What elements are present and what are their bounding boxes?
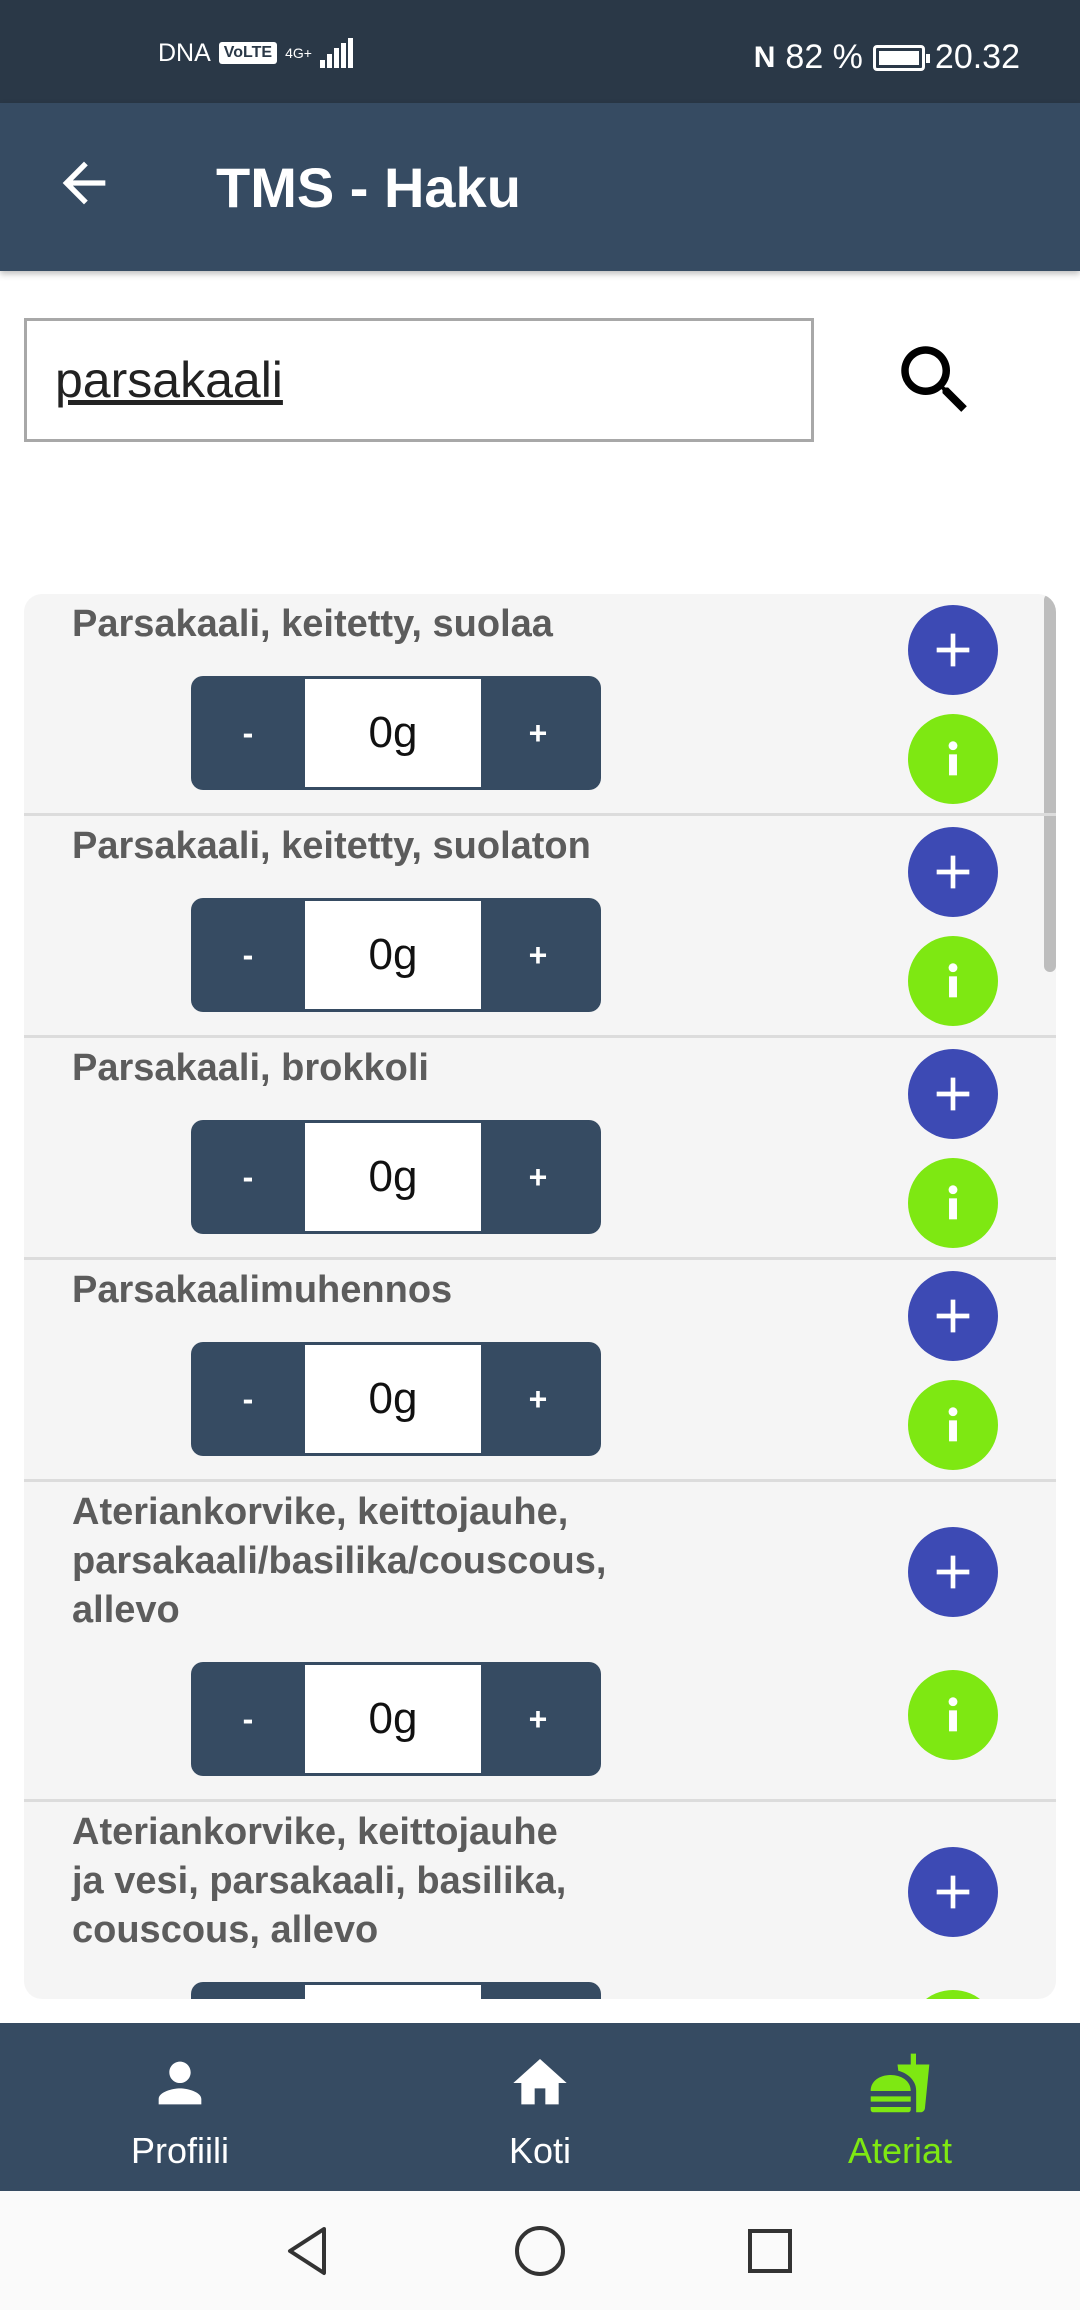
quantity-value[interactable]: 0g [305, 1665, 481, 1773]
decrease-button[interactable]: - [191, 1662, 305, 1776]
info-icon [948, 741, 958, 776]
list-item: Ateriankorvike, keittojauhe, parsakaali/… [24, 1482, 1056, 1802]
nav-label: Koti [508, 2130, 572, 2171]
person-icon [158, 2061, 202, 2105]
decrease-button[interactable]: - [191, 676, 305, 790]
increase-button[interactable]: + [481, 1342, 595, 1456]
list-item: Ateriankorvike, keittojauhe ja vesi, par… [24, 1802, 1056, 1999]
add-button[interactable] [908, 1049, 998, 1139]
nav-item-profiili[interactable]: Profiili [80, 2023, 280, 2191]
list-item: Parsakaali, keitetty, suolaton - 0g + [24, 816, 1056, 1038]
home-icon [513, 2059, 567, 2105]
info-button[interactable] [908, 936, 998, 1026]
nfc-icon: N [753, 40, 776, 74]
plus-icon [936, 1555, 970, 1589]
search-icon [901, 346, 967, 412]
nav-item-koti[interactable]: Koti [440, 2023, 640, 2191]
nav-item-ateriat[interactable]: Ateriat [800, 2023, 1000, 2191]
page-title: TMS - Haku [216, 156, 521, 219]
info-button[interactable] [908, 1380, 998, 1470]
carrier-label: DNA [158, 38, 211, 67]
add-button[interactable] [908, 1847, 998, 1937]
decrease-button[interactable]: - [191, 1342, 305, 1456]
decrease-button[interactable]: - [191, 1120, 305, 1234]
add-button[interactable] [908, 827, 998, 917]
list-item: Parsakaali, brokkoli - 0g + [24, 1038, 1056, 1260]
info-button[interactable] [908, 1990, 998, 1999]
status-left: DNA VoLTE 4G+ [158, 38, 354, 68]
food-name: Parsakaali, keitetty, suolaton [72, 825, 591, 867]
add-button[interactable] [908, 1527, 998, 1617]
list-item: Parsakaali, keitetty, suolaa - 0g + [24, 594, 1056, 816]
quantity-value[interactable]: 0g [305, 901, 481, 1009]
results-list[interactable]: Parsakaali, keitetty, suolaa - 0g + Pars… [24, 594, 1056, 1999]
arrow-left-icon [62, 161, 106, 205]
back-triangle-icon[interactable] [276, 2219, 340, 2283]
plus-icon [936, 633, 970, 667]
clock: 20.32 [934, 38, 1020, 76]
bottom-nav: Profiili Koti Ateriat [0, 2023, 1080, 2191]
status-right: N 82 % 20.32 [754, 38, 1020, 77]
network-type: 4G+ [285, 45, 312, 61]
increase-button[interactable]: + [481, 1662, 595, 1776]
fastfood-icon [870, 2053, 930, 2113]
system-nav-bar [0, 2191, 1080, 2310]
food-name: Ateriankorvike, keittojauhe, parsakaali/… [72, 1491, 607, 1631]
quantity-value[interactable]: 0g [305, 1123, 481, 1231]
add-button[interactable] [908, 1271, 998, 1361]
plus-icon [936, 1299, 970, 1333]
info-icon [948, 1185, 958, 1220]
nav-label: Profiili [130, 2130, 229, 2171]
plus-icon [936, 1077, 970, 1111]
recents-square-icon[interactable] [738, 2219, 802, 2283]
info-button[interactable] [908, 714, 998, 804]
quantity-stepper: - 0g + [191, 1982, 601, 1999]
list-item: Parsakaalimuhennos - 0g + [24, 1260, 1056, 1482]
quantity-stepper: - 0g + [191, 1662, 601, 1776]
quantity-stepper: - 0g + [191, 1120, 601, 1234]
quantity-value[interactable]: 0g [305, 1345, 481, 1453]
food-name: Parsakaali, keitetty, suolaa [72, 603, 553, 645]
status-bar: DNA VoLTE 4G+ N 82 % 20.32 [0, 0, 1080, 103]
quantity-stepper: - 0g + [191, 1342, 601, 1456]
info-button[interactable] [908, 1158, 998, 1248]
plus-icon [936, 1875, 970, 1909]
app-bar: TMS - Haku [0, 103, 1080, 271]
quantity-value[interactable]: 0g [305, 1985, 481, 1999]
food-name: Ateriankorvike, keittojauhe ja vesi, par… [72, 1811, 567, 1951]
increase-button[interactable]: + [481, 1120, 595, 1234]
increase-button[interactable]: + [481, 898, 595, 1012]
signal-icon [319, 38, 353, 68]
food-name: Parsakaalimuhennos [72, 1269, 453, 1311]
decrease-button[interactable]: - [191, 898, 305, 1012]
back-button[interactable] [52, 151, 116, 215]
battery-percent: 82 % [785, 38, 863, 76]
volte-badge: VoLTE [218, 42, 278, 64]
quantity-stepper: - 0g + [191, 898, 601, 1012]
add-button[interactable] [908, 605, 998, 695]
food-name: Parsakaali, brokkoli [72, 1047, 429, 1089]
home-circle-icon[interactable] [508, 2219, 572, 2283]
nav-label: Ateriat [847, 2130, 953, 2171]
increase-button[interactable]: + [481, 1982, 595, 1999]
info-icon [948, 1407, 958, 1442]
plus-icon [936, 855, 970, 889]
info-icon [948, 1697, 958, 1732]
info-button[interactable] [908, 1670, 998, 1760]
search-input[interactable] [24, 318, 814, 442]
decrease-button[interactable]: - [191, 1982, 305, 1999]
quantity-stepper: - 0g + [191, 676, 601, 790]
info-icon [948, 963, 958, 998]
search-button[interactable] [890, 335, 980, 425]
increase-button[interactable]: + [481, 676, 595, 790]
battery-icon [872, 44, 930, 71]
quantity-value[interactable]: 0g [305, 679, 481, 787]
